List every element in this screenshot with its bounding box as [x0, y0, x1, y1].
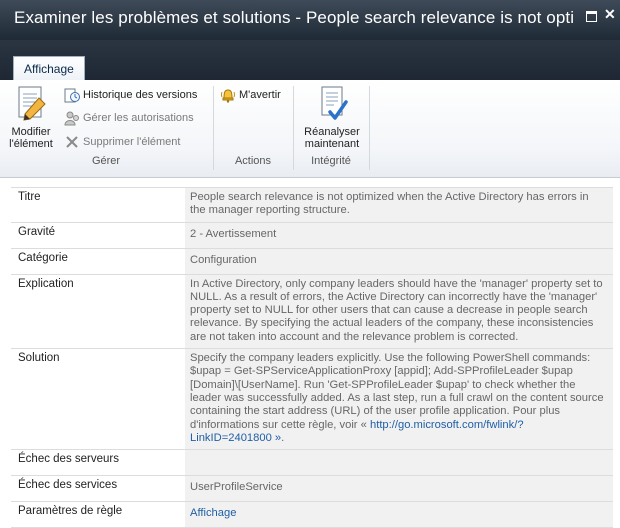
issue-properties: Titre People search relevance is not opt… — [11, 187, 613, 528]
field-row-parametres-regle: Paramètres de règle Affichage — [11, 501, 613, 528]
edit-document-icon — [18, 86, 46, 121]
field-label-explication: Explication — [11, 274, 185, 349]
maximize-icon[interactable] — [586, 11, 597, 22]
manage-permissions-label: Gérer les autorisations — [83, 112, 194, 124]
window-title-bar: Examiner les problèmes et solutions - Pe… — [0, 0, 620, 40]
reanalyze-document-icon — [321, 86, 348, 120]
group-label-integrity: Intégrité — [311, 155, 351, 167]
field-value-titre: People search relevance is not optimized… — [185, 188, 613, 222]
field-label-echec-services: Échec des services — [11, 476, 185, 502]
alert-bell-icon — [221, 89, 235, 103]
field-row-categorie: Catégorie Configuration — [11, 247, 613, 274]
field-row-explication: Explication In Active Directory, only co… — [11, 273, 613, 349]
field-row-echec-services: Échec des services UserProfileService — [11, 475, 613, 502]
permissions-icon — [64, 111, 79, 126]
group-label-manage: Gérer — [91, 155, 121, 167]
field-value-echec-services: UserProfileService — [185, 476, 613, 502]
field-label-titre: Titre — [11, 188, 185, 222]
alert-me-button[interactable]: M'avertir — [220, 86, 281, 104]
tab-affichage[interactable]: Affichage — [13, 56, 85, 80]
group-separator — [369, 86, 370, 170]
rule-settings-link[interactable]: Affichage — [190, 507, 236, 519]
edit-item-line1: Modifier — [11, 126, 51, 138]
delete-item-label: Supprimer l'élément — [83, 136, 181, 148]
ribbon-tab-row: Affichage — [0, 40, 620, 80]
field-label-categorie: Catégorie — [11, 248, 185, 274]
delete-item-button[interactable]: Supprimer l'élément — [64, 133, 180, 151]
field-label-echec-serveurs: Échec des serveurs — [11, 450, 185, 476]
manage-permissions-button[interactable]: Gérer les autorisations — [64, 109, 194, 127]
delete-icon — [66, 136, 78, 148]
field-value-categorie: Configuration — [185, 248, 613, 274]
edit-item-button[interactable]: Modifier l'élément — [8, 84, 54, 150]
field-value-parametres-regle: Affichage — [185, 502, 613, 528]
version-history-icon — [64, 88, 80, 103]
reanalyze-line1: Réanalyser — [304, 126, 360, 138]
field-row-gravite: Gravité 2 - Avertissement — [11, 221, 613, 248]
field-row-echec-serveurs: Échec des serveurs — [11, 449, 613, 476]
field-label-parametres-regle: Paramètres de règle — [11, 502, 185, 528]
edit-item-line2: l'élément — [9, 138, 53, 150]
field-value-gravite: 2 - Avertissement — [185, 222, 613, 248]
alert-me-label: M'avertir — [239, 89, 281, 101]
field-row-titre: Titre People search relevance is not opt… — [11, 187, 613, 222]
group-label-actions: Actions — [234, 155, 272, 167]
field-value-solution: Specify the company leaders explicitly. … — [185, 349, 613, 450]
reanalyze-line2: maintenant — [304, 138, 360, 150]
solution-suffix: . — [281, 431, 285, 444]
ribbon: Modifier l'élément Historique des versio… — [0, 80, 620, 178]
window-title: Examiner les problèmes et solutions - Pe… — [14, 8, 574, 27]
field-label-gravite: Gravité — [11, 222, 185, 248]
field-value-echec-serveurs — [185, 450, 613, 476]
close-icon[interactable]: ✕ — [604, 7, 616, 21]
version-history-button[interactable]: Historique des versions — [64, 86, 197, 104]
reanalyze-now-button[interactable]: Réanalyser maintenant — [300, 84, 364, 150]
version-history-label: Historique des versions — [83, 89, 198, 101]
field-row-solution: Solution Specify the company leaders exp… — [11, 348, 613, 450]
field-value-explication: In Active Directory, only company leader… — [185, 274, 613, 349]
field-label-solution: Solution — [11, 349, 185, 450]
